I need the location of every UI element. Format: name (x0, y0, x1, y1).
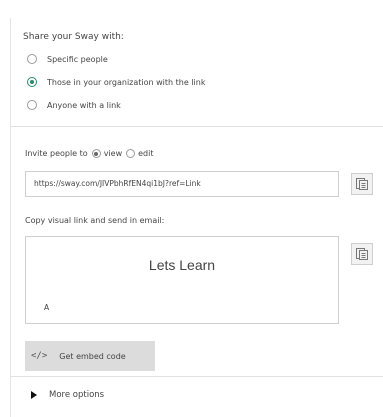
radio-option-specific-people[interactable]: Specific people (27, 54, 108, 64)
visual-title: Lets Learn (148, 257, 216, 273)
share-heading: Share your Sway with: (23, 32, 124, 42)
share-link-field[interactable]: https://sway.com/JIVPbhRfEN4qi1bJ?ref=Li… (25, 171, 339, 197)
copy-link-button[interactable] (351, 173, 373, 195)
invite-view-label: view (103, 149, 123, 158)
radio-label: Anyone with a link (47, 100, 121, 110)
visual-link-preview[interactable]: Lets Learn A (25, 236, 339, 324)
section-divider (11, 376, 383, 377)
code-icon: </> (31, 351, 48, 361)
visual-link-label: Copy visual link and send in email: (25, 216, 165, 225)
more-options-toggle[interactable]: More options (31, 390, 104, 400)
invite-view-option[interactable]: view (91, 149, 123, 158)
radio-label: Those in your organization with the link (47, 77, 206, 87)
visual-subtitle: A (44, 303, 50, 312)
invite-edit-label: edit (138, 149, 154, 158)
invite-edit-option[interactable]: edit (126, 149, 153, 158)
more-options-label: More options (49, 390, 105, 400)
radio-option-organization[interactable]: Those in your organization with the link (27, 77, 205, 87)
section-divider (11, 126, 383, 127)
radio-icon[interactable] (27, 100, 37, 110)
share-panel: Share your Sway with: Specific people Th… (10, 18, 383, 417)
get-embed-code-button[interactable]: </> Get embed code (25, 341, 155, 371)
radio-checked-icon[interactable] (91, 149, 101, 158)
invite-label: Invite people to (25, 149, 88, 158)
copy-icon (356, 178, 368, 190)
radio-icon[interactable] (27, 54, 37, 64)
embed-label: Get embed code (59, 351, 126, 361)
radio-label: Specific people (47, 54, 108, 64)
radio-option-anyone[interactable]: Anyone with a link (27, 100, 121, 110)
triangle-right-icon (31, 391, 37, 399)
radio-icon[interactable] (126, 149, 136, 158)
copy-visual-link-button[interactable] (351, 243, 373, 265)
radio-checked-icon[interactable] (27, 77, 37, 87)
invite-row: Invite people to view edit (25, 149, 153, 158)
copy-icon (356, 248, 368, 260)
